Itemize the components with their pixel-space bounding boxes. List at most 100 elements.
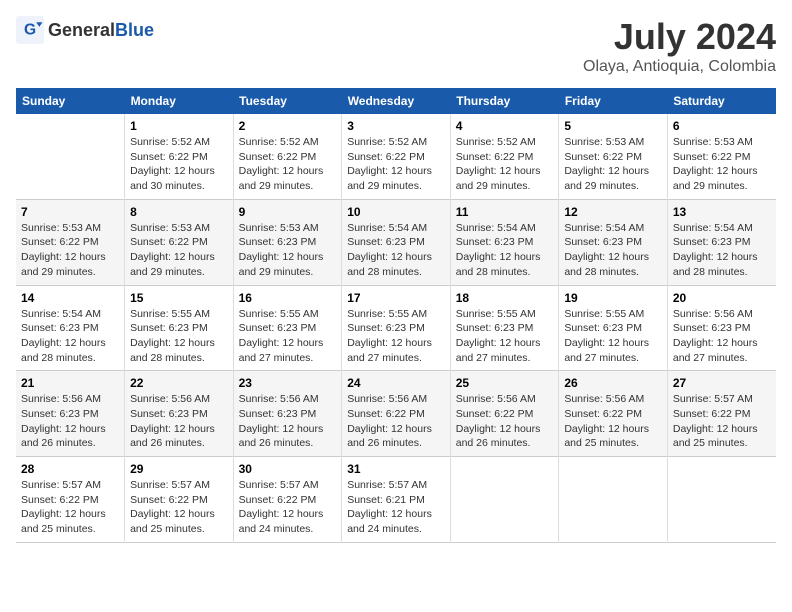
calendar-cell: 9 Sunrise: 5:53 AM Sunset: 6:23 PM Daylig… (233, 199, 342, 285)
calendar-cell: 26Sunrise: 5:56 AM Sunset: 6:22 PM Dayli… (559, 371, 668, 457)
day-info: Sunrise: 5:56 AM Sunset: 6:23 PM Dayligh… (239, 392, 337, 451)
calendar-cell: 24Sunrise: 5:56 AM Sunset: 6:22 PM Dayli… (342, 371, 451, 457)
calendar-cell: 12Sunrise: 5:54 AM Sunset: 6:23 PM Dayli… (559, 199, 668, 285)
day-info: Sunrise: 5:56 AM Sunset: 6:22 PM Dayligh… (564, 392, 662, 451)
weekday-header-thursday: Thursday (450, 88, 559, 114)
day-info: Sunrise: 5:54 AM Sunset: 6:23 PM Dayligh… (456, 221, 554, 280)
calendar-cell (450, 457, 559, 543)
calendar-cell: 11 Sunrise: 5:54 AM Sunset: 6:23 PM Dayli… (450, 199, 559, 285)
logo: G GeneralBlue (16, 16, 154, 44)
day-info: Sunrise: 5:57 AM Sunset: 6:21 PM Dayligh… (347, 478, 445, 537)
calendar-cell: 22 Sunrise: 5:56 AM Sunset: 6:23 PM Dayli… (125, 371, 234, 457)
logo-text-blue: Blue (115, 20, 154, 41)
day-number: 28 (21, 462, 119, 476)
calendar-cell: 14 Sunrise: 5:54 AM Sunset: 6:23 PM Dayli… (16, 285, 125, 371)
day-info: Sunrise: 5:53 AM Sunset: 6:23 PM Dayligh… (239, 221, 337, 280)
day-number: 3 (347, 119, 445, 133)
day-number: 24 (347, 376, 445, 390)
calendar-cell: 3 Sunrise: 5:52 AM Sunset: 6:22 PM Daylig… (342, 114, 451, 199)
day-number: 15 (130, 291, 228, 305)
day-info: Sunrise: 5:53 AM Sunset: 6:22 PM Dayligh… (21, 221, 119, 280)
calendar-cell: 7 Sunrise: 5:53 AM Sunset: 6:22 PM Daylig… (16, 199, 125, 285)
weekday-header-friday: Friday (559, 88, 668, 114)
weekday-header-sunday: Sunday (16, 88, 125, 114)
calendar-cell (667, 457, 776, 543)
day-number: 10 (347, 205, 445, 219)
calendar-cell: 30 Sunrise: 5:57 AM Sunset: 6:22 PM Dayli… (233, 457, 342, 543)
day-number: 20 (673, 291, 771, 305)
day-number: 7 (21, 205, 119, 219)
logo-icon: G (16, 16, 44, 44)
calendar-cell: 2 Sunrise: 5:52 AM Sunset: 6:22 PM Daylig… (233, 114, 342, 199)
day-number: 5 (564, 119, 662, 133)
main-title: July 2024 (583, 16, 776, 58)
day-info: Sunrise: 5:56 AM Sunset: 6:23 PM Dayligh… (21, 392, 119, 451)
day-number: 14 (21, 291, 119, 305)
day-number: 8 (130, 205, 228, 219)
logo-text-general: General (48, 20, 115, 41)
day-info: Sunrise: 5:53 AM Sunset: 6:22 PM Dayligh… (564, 135, 662, 194)
day-info: Sunrise: 5:55 AM Sunset: 6:23 PM Dayligh… (347, 307, 445, 366)
calendar-cell: 6Sunrise: 5:53 AM Sunset: 6:22 PM Daylig… (667, 114, 776, 199)
day-number: 31 (347, 462, 445, 476)
day-info: Sunrise: 5:52 AM Sunset: 6:22 PM Dayligh… (456, 135, 554, 194)
calendar-cell: 1 Sunrise: 5:52 AM Sunset: 6:22 PM Daylig… (125, 114, 234, 199)
calendar-week-row: 1 Sunrise: 5:52 AM Sunset: 6:22 PM Daylig… (16, 114, 776, 199)
day-number: 2 (239, 119, 337, 133)
title-section: July 2024 Olaya, Antioquia, Colombia (583, 16, 776, 76)
day-info: Sunrise: 5:57 AM Sunset: 6:22 PM Dayligh… (673, 392, 771, 451)
day-number: 22 (130, 376, 228, 390)
day-number: 9 (239, 205, 337, 219)
day-info: Sunrise: 5:54 AM Sunset: 6:23 PM Dayligh… (21, 307, 119, 366)
day-info: Sunrise: 5:52 AM Sunset: 6:22 PM Dayligh… (347, 135, 445, 194)
calendar-cell: 19 Sunrise: 5:55 AM Sunset: 6:23 PM Dayli… (559, 285, 668, 371)
day-info: Sunrise: 5:56 AM Sunset: 6:23 PM Dayligh… (673, 307, 771, 366)
svg-text:G: G (24, 22, 36, 39)
weekday-header-row: SundayMondayTuesdayWednesdayThursdayFrid… (16, 88, 776, 114)
weekday-header-tuesday: Tuesday (233, 88, 342, 114)
calendar-cell: 13Sunrise: 5:54 AM Sunset: 6:23 PM Dayli… (667, 199, 776, 285)
calendar-cell: 25 Sunrise: 5:56 AM Sunset: 6:22 PM Dayli… (450, 371, 559, 457)
calendar-cell: 16 Sunrise: 5:55 AM Sunset: 6:23 PM Dayli… (233, 285, 342, 371)
day-info: Sunrise: 5:57 AM Sunset: 6:22 PM Dayligh… (21, 478, 119, 537)
day-info: Sunrise: 5:52 AM Sunset: 6:22 PM Dayligh… (239, 135, 337, 194)
day-number: 11 (456, 205, 554, 219)
day-info: Sunrise: 5:55 AM Sunset: 6:23 PM Dayligh… (456, 307, 554, 366)
day-info: Sunrise: 5:55 AM Sunset: 6:23 PM Dayligh… (564, 307, 662, 366)
day-number: 18 (456, 291, 554, 305)
day-number: 30 (239, 462, 337, 476)
calendar-table: SundayMondayTuesdayWednesdayThursdayFrid… (16, 88, 776, 543)
calendar-cell: 15 Sunrise: 5:55 AM Sunset: 6:23 PM Dayli… (125, 285, 234, 371)
day-number: 25 (456, 376, 554, 390)
day-number: 27 (673, 376, 771, 390)
day-number: 16 (239, 291, 337, 305)
day-info: Sunrise: 5:56 AM Sunset: 6:23 PM Dayligh… (130, 392, 228, 451)
calendar-cell: 29Sunrise: 5:57 AM Sunset: 6:22 PM Dayli… (125, 457, 234, 543)
calendar-week-row: 14 Sunrise: 5:54 AM Sunset: 6:23 PM Dayli… (16, 285, 776, 371)
calendar-cell: 17Sunrise: 5:55 AM Sunset: 6:23 PM Dayli… (342, 285, 451, 371)
day-info: Sunrise: 5:55 AM Sunset: 6:23 PM Dayligh… (239, 307, 337, 366)
day-number: 21 (21, 376, 119, 390)
calendar-week-row: 7 Sunrise: 5:53 AM Sunset: 6:22 PM Daylig… (16, 199, 776, 285)
day-info: Sunrise: 5:54 AM Sunset: 6:23 PM Dayligh… (347, 221, 445, 280)
calendar-cell: 31 Sunrise: 5:57 AM Sunset: 6:21 PM Dayli… (342, 457, 451, 543)
day-info: Sunrise: 5:54 AM Sunset: 6:23 PM Dayligh… (564, 221, 662, 280)
calendar-cell: 18 Sunrise: 5:55 AM Sunset: 6:23 PM Dayli… (450, 285, 559, 371)
day-info: Sunrise: 5:56 AM Sunset: 6:22 PM Dayligh… (456, 392, 554, 451)
day-number: 29 (130, 462, 228, 476)
calendar-cell: 28 Sunrise: 5:57 AM Sunset: 6:22 PM Dayli… (16, 457, 125, 543)
day-number: 19 (564, 291, 662, 305)
weekday-header-saturday: Saturday (667, 88, 776, 114)
day-info: Sunrise: 5:53 AM Sunset: 6:22 PM Dayligh… (130, 221, 228, 280)
calendar-cell: 8 Sunrise: 5:53 AM Sunset: 6:22 PM Daylig… (125, 199, 234, 285)
day-number: 1 (130, 119, 228, 133)
day-info: Sunrise: 5:52 AM Sunset: 6:22 PM Dayligh… (130, 135, 228, 194)
calendar-cell: 23Sunrise: 5:56 AM Sunset: 6:23 PM Dayli… (233, 371, 342, 457)
day-info: Sunrise: 5:57 AM Sunset: 6:22 PM Dayligh… (239, 478, 337, 537)
day-number: 4 (456, 119, 554, 133)
day-info: Sunrise: 5:55 AM Sunset: 6:23 PM Dayligh… (130, 307, 228, 366)
calendar-cell (559, 457, 668, 543)
calendar-cell (16, 114, 125, 199)
calendar-cell: 21 Sunrise: 5:56 AM Sunset: 6:23 PM Dayli… (16, 371, 125, 457)
day-number: 6 (673, 119, 771, 133)
